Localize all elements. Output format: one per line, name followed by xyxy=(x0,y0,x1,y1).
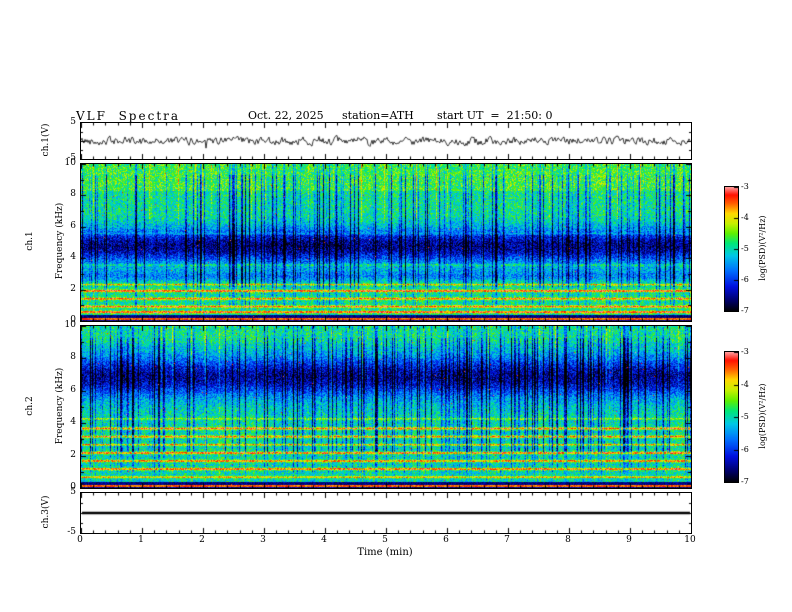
x-tick-label: 2 xyxy=(199,535,205,545)
x-tick-label: 4 xyxy=(321,535,327,545)
ch2-frequency-axis-label-axis: Frequency (kHz) xyxy=(55,367,65,445)
colorbar-tick-label: -5 xyxy=(741,244,749,253)
colorbar-label-ch2: log(PSD)(V²/Hz) xyxy=(758,383,767,449)
x-tick-label: 6 xyxy=(443,535,449,545)
ch3-voltage-axis-label: ch.3(V) xyxy=(41,495,51,529)
y-tick-label: 5 xyxy=(70,117,76,127)
ch2-frequency-axis-label-channel: ch.2 xyxy=(25,396,35,416)
vlf-spectra-figure: VLF Spectra Oct. 22, 2025 station=ATH st… xyxy=(0,0,792,612)
colorbar-tick-label: -7 xyxy=(741,306,749,315)
ch1-waveform-canvas xyxy=(81,123,691,159)
colorbar-tick-label: -3 xyxy=(741,182,749,191)
y-tick-label: 10 xyxy=(64,320,76,330)
colorbar-ch1 xyxy=(724,186,739,312)
y-tick-label: 6 xyxy=(70,384,76,395)
x-tick-label: 8 xyxy=(565,535,571,545)
x-tick-label: 1 xyxy=(138,535,144,545)
colorbar-tick-label: -3 xyxy=(741,347,749,356)
y-tick-label: 4 xyxy=(70,252,76,263)
ch1-spectrogram-panel xyxy=(80,163,692,322)
colorbar-label-ch1: log(PSD)(V²/Hz) xyxy=(758,215,767,281)
y-tick-label: 2 xyxy=(70,283,76,294)
y-tick-label: 5 xyxy=(70,487,76,497)
ch3-waveform-canvas xyxy=(81,493,691,533)
x-tick-label: 3 xyxy=(260,535,266,545)
colorbar-tick-label: -4 xyxy=(741,213,749,222)
y-tick-label: 8 xyxy=(70,352,76,363)
x-tick-label: 10 xyxy=(684,535,696,545)
ch1-frequency-axis-label: ch.1 Frequency (kHz) xyxy=(5,203,85,280)
colorbar-tick-label: -6 xyxy=(741,275,749,284)
x-tick-label: 5 xyxy=(382,535,388,545)
colorbar-tick-label: -5 xyxy=(741,412,749,421)
ch1-waveform-panel xyxy=(80,122,692,160)
start-ut-label: start UT = 21:50: 0 xyxy=(437,109,553,122)
x-tick-label: 9 xyxy=(626,535,632,545)
y-tick-label: 4 xyxy=(70,417,76,428)
plot-date: Oct. 22, 2025 xyxy=(248,109,324,122)
y-tick-label: 6 xyxy=(70,220,76,231)
time-axis-label: Time (min) xyxy=(357,547,413,558)
ch1-frequency-axis-label-channel: ch.1 xyxy=(25,231,35,251)
ch1-spectrogram-canvas xyxy=(81,164,691,321)
y-tick-label: 8 xyxy=(70,189,76,200)
x-tick-label: 7 xyxy=(504,535,510,545)
colorbar-tick-label: -4 xyxy=(741,379,749,389)
colorbar-tick-label: -7 xyxy=(741,477,749,486)
ch1-frequency-axis-label-axis: Frequency (kHz) xyxy=(55,202,65,280)
y-tick-label: -5 xyxy=(67,527,76,537)
station-label: station=ATH xyxy=(342,109,414,122)
colorbar-ch2 xyxy=(724,351,739,483)
y-tick-label: -5 xyxy=(67,153,76,163)
ch1-voltage-axis-label: ch.1(V) xyxy=(41,123,51,157)
y-tick-label: 2 xyxy=(70,449,76,460)
plot-title: VLF Spectra xyxy=(76,109,181,123)
colorbar-tick-label: -6 xyxy=(741,444,749,454)
ch2-spectrogram-canvas xyxy=(81,326,691,488)
ch2-spectrogram-panel xyxy=(80,325,692,489)
ch3-waveform-panel xyxy=(80,492,692,534)
ch2-frequency-axis-label: ch.2 Frequency (kHz) xyxy=(5,368,85,445)
